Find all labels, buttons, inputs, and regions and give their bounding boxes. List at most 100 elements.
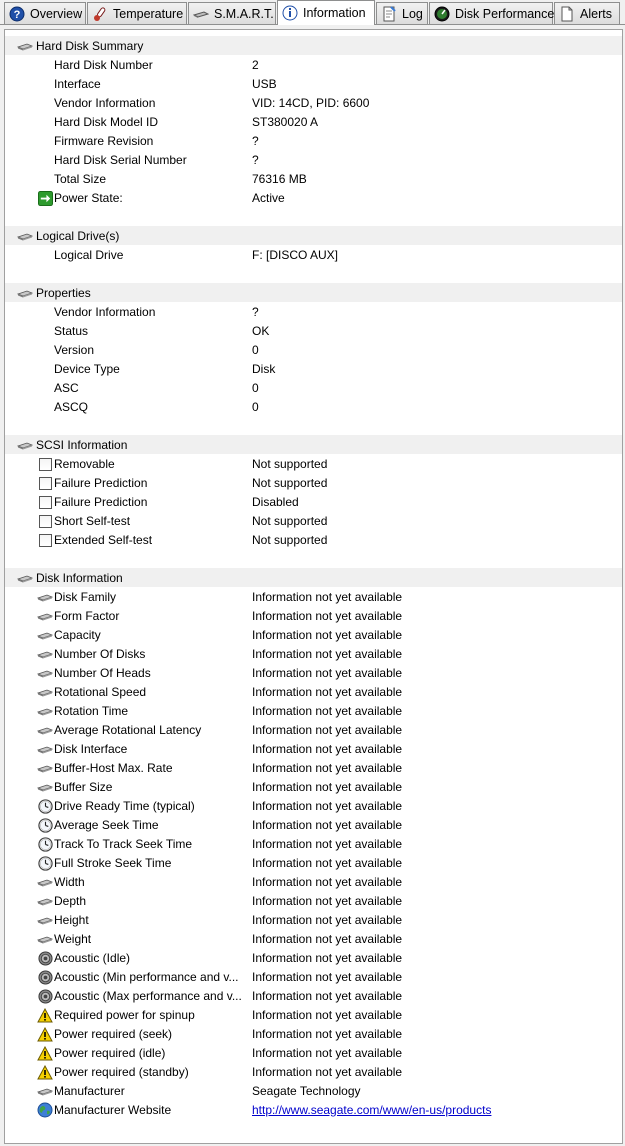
help-circle-icon: ? [9,6,25,22]
checkbox[interactable] [37,456,53,472]
property-row[interactable]: Total Size 76316 MB [5,169,622,188]
property-label: Average Rotational Latency [54,722,202,737]
property-row[interactable]: Rotational Speed Information not yet avai… [5,682,622,701]
property-row[interactable]: Average Seek Time Information not yet ava… [5,815,622,834]
property-row[interactable]: Status OK [5,321,622,340]
property-row[interactable]: Power required (standby) Information not … [5,1062,622,1081]
tab-log[interactable]: Log [376,2,428,24]
disk-icon [37,779,53,795]
property-label: Disk Interface [54,741,128,756]
property-row[interactable]: Hard Disk Model ID ST380020 A [5,112,622,131]
disk-icon [37,931,53,947]
property-row[interactable]: Number Of Heads Information not yet avail… [5,663,622,682]
section-header[interactable]: Disk Information [5,568,622,587]
property-row[interactable]: Disk Family Information not yet available [5,587,622,606]
property-row[interactable]: Acoustic (Min performance and v... Inform… [5,967,622,986]
property-row[interactable]: Capacity Information not yet available [5,625,622,644]
property-row[interactable]: Short Self-test Not supported [5,511,622,530]
property-row[interactable]: Full Stroke Seek Time Information not yet… [5,853,622,872]
property-value: Not supported [252,513,328,528]
property-value: Information not yet available [252,893,403,908]
property-row[interactable]: ASC 0 [5,378,622,397]
property-row[interactable]: Depth Information not yet available [5,891,622,910]
property-row[interactable]: Hard Disk Serial Number? [5,150,622,169]
property-row[interactable]: Weight Information not yet available [5,929,622,948]
checkbox[interactable] [37,532,53,548]
property-label: Form Factor [54,608,120,623]
property-row[interactable]: Rotation Time Information not yet availab… [5,701,622,720]
property-row[interactable]: Hard Disk Number 2 [5,55,622,74]
property-row[interactable]: Required power for spinup Information not… [5,1005,622,1024]
tab-information[interactable]: Information [277,0,375,25]
property-value: VID: 14CD, PID: 6600 [252,95,370,110]
property-row[interactable]: Number Of Disks Information not yet avail… [5,644,622,663]
property-label: Acoustic (Idle) [54,950,131,965]
property-label: Version [54,342,95,357]
property-row[interactable]: Failure Prediction Not supported [5,473,622,492]
property-row[interactable]: Buffer-Host Max. Rate Information not yet… [5,758,622,777]
property-row[interactable]: Logical Drive F: [DISCO AUX] [5,245,622,264]
tab-temperature[interactable]: Temperature [87,2,187,24]
checkbox[interactable] [37,494,53,510]
property-label: Hard Disk Number [54,57,153,72]
property-row[interactable]: Interface USB [5,74,622,93]
property-value: Disabled [252,494,299,509]
property-row[interactable]: Track To Track Seek Time Information not … [5,834,622,853]
property-row[interactable]: Width Information not yet available [5,872,622,891]
section-header[interactable]: Properties [5,283,622,302]
property-row[interactable]: Power required (seek) Information not yet… [5,1024,622,1043]
property-row[interactable]: Failure Prediction Disabled [5,492,622,511]
tab-smart[interactable]: S.M.A.R.T. [188,2,276,24]
property-value: Information not yet available [252,684,403,699]
tab-strip: ? Overview Temperature S.M.A.R.T. Inform… [0,0,625,25]
property-label: Rotation Time [54,703,129,718]
section-header[interactable]: SCSI Information [5,435,622,454]
checkbox[interactable] [37,513,53,529]
property-label: Manufacturer Website [54,1102,172,1117]
property-value: ? [252,133,259,148]
tab-disk-performance[interactable]: Disk Performance [429,2,555,24]
manufacturer-website-link[interactable]: http://www.seagate.com/www/en-us/product… [252,1103,491,1117]
property-row[interactable]: Average Rotational Latency Information no… [5,720,622,739]
property-row[interactable]: Power State: Active [5,188,622,207]
property-label: Power required (idle) [54,1045,166,1060]
property-value: Not supported [252,532,328,547]
section-header[interactable]: Logical Drive(s) [5,226,622,245]
property-row[interactable]: Form Factor Information not yet available [5,606,622,625]
information-panel[interactable]: Hard Disk Summary Hard Disk Number 2 Inter… [4,29,623,1144]
property-row[interactable]: Drive Ready Time (typical) Information no… [5,796,622,815]
tab-label: S.M.A.R.T. [214,6,274,21]
tab-alerts[interactable]: Alerts [554,2,620,24]
property-value: Information not yet available [252,760,403,775]
property-label: Failure Prediction [54,475,148,490]
property-row[interactable]: Manufacturer Seagate Technology [5,1081,622,1100]
disk-icon [17,572,33,584]
section-logical-drives: Logical Drive(s) Logical Drive F: [DISCO … [5,226,622,264]
property-row[interactable]: Vendor Information VID: 14CD, PID: 6600 [5,93,622,112]
section-title: SCSI Information [36,437,128,452]
property-value: Information not yet available [252,950,403,965]
section-title: Logical Drive(s) [36,228,120,243]
property-row[interactable]: Acoustic (Max performance and v... Inform… [5,986,622,1005]
property-row[interactable]: ASCQ 0 [5,397,622,416]
tab-label: Overview [30,6,83,21]
property-row[interactable]: Version 0 [5,340,622,359]
disk-icon [17,287,33,299]
property-row[interactable]: Power required (idle) Information not yet… [5,1043,622,1062]
property-label: Disk Family [54,589,116,604]
tab-overview[interactable]: ? Overview [4,2,86,24]
property-row[interactable]: Disk Interface Information not yet availa… [5,739,622,758]
property-row[interactable]: Removable Not supported [5,454,622,473]
property-row[interactable]: Manufacturer Website http://www.seagate.c… [5,1100,622,1119]
property-row[interactable]: Vendor Information? [5,302,622,321]
checkbox[interactable] [37,475,53,491]
property-label: Weight [54,931,92,946]
property-row[interactable]: Device Type Disk [5,359,622,378]
section-header[interactable]: Hard Disk Summary [5,36,622,55]
property-row[interactable]: Buffer Size Information not yet available [5,777,622,796]
property-row[interactable]: Extended Self-test Not supported [5,530,622,549]
property-row[interactable]: Height Information not yet available [5,910,622,929]
tab-label: Disk Performance [455,6,555,21]
property-row[interactable]: Acoustic (Idle) Information not yet avail… [5,948,622,967]
property-row[interactable]: Firmware Revision? [5,131,622,150]
